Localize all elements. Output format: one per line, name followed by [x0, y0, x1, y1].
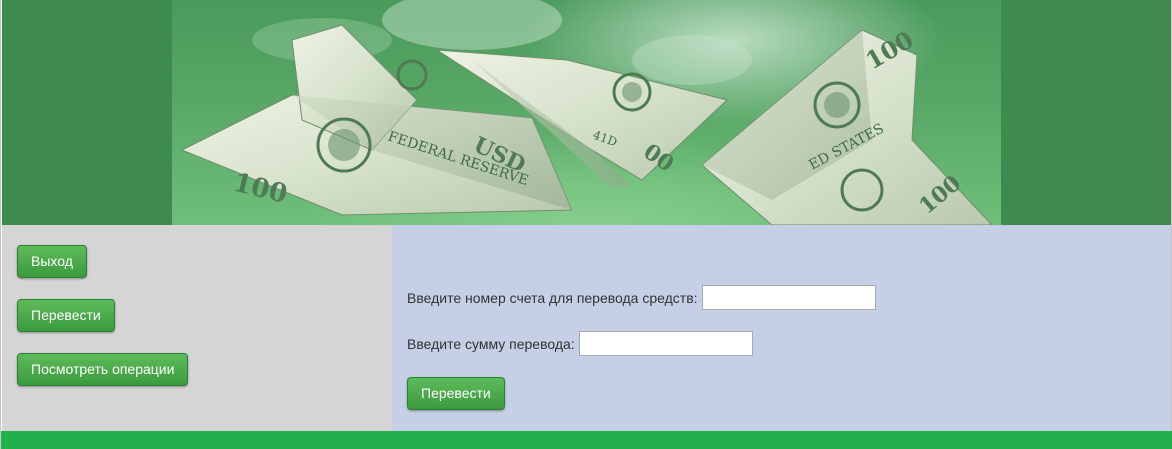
footer-bar [1, 431, 1172, 449]
amount-label: Введите сумму перевода: [407, 335, 575, 352]
transfer-nav-button[interactable]: Перевести [17, 299, 115, 332]
transfer-submit-button[interactable]: Перевести [407, 377, 505, 410]
account-row: Введите номер счета для перевода средств… [407, 285, 876, 310]
sidebar: Выход Перевести Посмотреть операции [2, 225, 392, 431]
view-operations-button[interactable]: Посмотреть операции [17, 353, 189, 386]
page: FEDERAL RESERVE 100 USD 41D 00 100 ED ST… [0, 0, 1172, 449]
exit-button[interactable]: Выход [17, 245, 87, 278]
account-number-input[interactable] [701, 285, 876, 310]
paper-plane-dollar-bills-illustration: FEDERAL RESERVE 100 USD 41D 00 100 ED ST… [180, 0, 993, 225]
account-number-label: Введите номер счета для перевода средств… [407, 289, 698, 306]
transfer-form: Введите номер счета для перевода средств… [392, 225, 1171, 431]
banner-image: FEDERAL RESERVE 100 USD 41D 00 100 ED ST… [172, 0, 1001, 225]
amount-input[interactable] [578, 331, 753, 356]
amount-row: Введите сумму перевода: [407, 331, 753, 356]
header: FEDERAL RESERVE 100 USD 41D 00 100 ED ST… [2, 0, 1171, 225]
